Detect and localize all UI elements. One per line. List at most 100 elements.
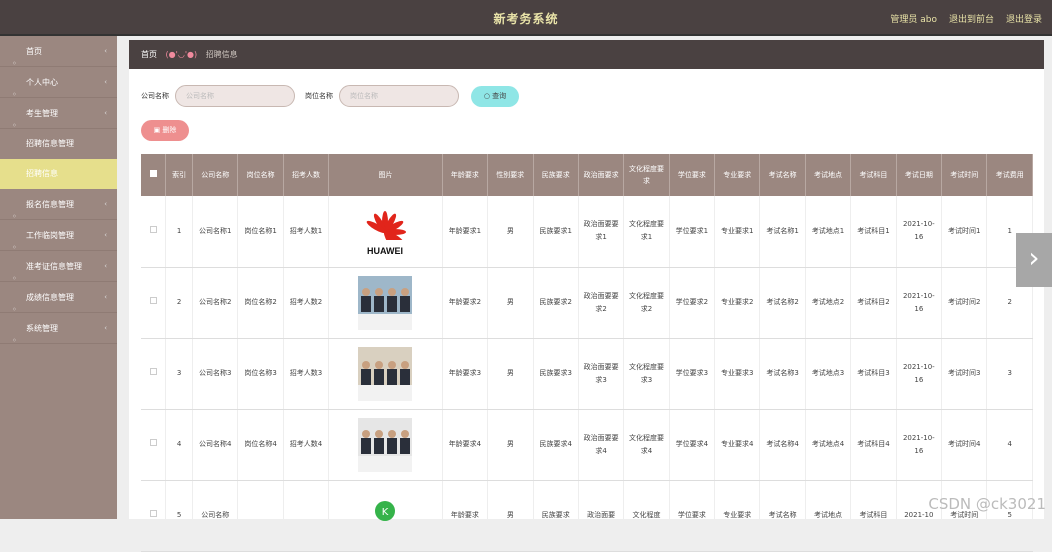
sidebar-item-label: 首页: [26, 47, 42, 56]
cell-place: 考试地点4: [805, 409, 850, 480]
sidebar-item-work[interactable]: ◦工作临岗管理‹: [0, 220, 117, 251]
cell-pol: 政治面要: [578, 480, 623, 551]
column-header[interactable]: 招考人数: [283, 154, 328, 196]
svg-text:HUAWEI: HUAWEI: [367, 246, 403, 256]
cell-edu: 文化程度要求1: [624, 196, 669, 267]
recruit-table: 索引公司名称岗位名称招考人数图片年龄要求性别要求民族要求政治面要求文化程度要求学…: [141, 154, 1033, 552]
cell-company: 公司名称: [193, 480, 238, 551]
cell-major: 专业要求3: [715, 338, 760, 409]
table-row: 4公司名称4岗位名称4招考人数4年龄要求4男民族要求4政治面要要求4文化程度要求…: [141, 409, 1033, 480]
chevron-icon: ‹: [104, 220, 107, 251]
column-header[interactable]: 考试时间: [942, 154, 987, 196]
cell-degree: 学位要求1: [669, 196, 714, 267]
sidebar-item-recruit[interactable]: 招聘信息管理: [0, 129, 117, 159]
chevron-icon: ‹: [104, 36, 107, 67]
cell-major: 专业要求1: [715, 196, 760, 267]
column-header[interactable]: 考试地点: [805, 154, 850, 196]
cell-edu: 文化程度要求2: [624, 267, 669, 338]
column-header[interactable]: 政治面要求: [578, 154, 623, 196]
sidebar-item-signup[interactable]: ◦报名信息管理‹: [0, 189, 117, 220]
chevron-icon: ‹: [104, 98, 107, 129]
menu-icon: ◦: [12, 263, 20, 271]
cell-edu: 文化程度要求4: [624, 409, 669, 480]
logout-link[interactable]: 退出登录: [1006, 12, 1042, 25]
sidebar-item-scores[interactable]: ◦成绩信息管理‹: [0, 282, 117, 313]
sidebar-item-recruit-info[interactable]: 招聘信息: [0, 159, 117, 189]
column-header[interactable]: 考试日期: [896, 154, 941, 196]
search-icon: ○: [484, 92, 492, 100]
cell-subj: 考试科目2: [851, 267, 896, 338]
delete-button[interactable]: ▣ 删除: [141, 120, 189, 141]
sidebar-item-profile[interactable]: ◦个人中心‹: [0, 67, 117, 98]
column-header[interactable]: 民族要求: [533, 154, 578, 196]
back-to-front-link[interactable]: 退出到前台: [949, 12, 994, 25]
cell-pol: 政治面要要求1: [578, 196, 623, 267]
cell-date: 2021-10-16: [896, 267, 941, 338]
row-select: [141, 409, 166, 480]
cell-job: [238, 480, 283, 551]
next-arrow-button[interactable]: ›: [1016, 233, 1052, 287]
chevron-right-icon: ›: [1028, 241, 1039, 274]
column-header[interactable]: 考试名称: [760, 154, 805, 196]
cell-exam: 考试名称1: [760, 196, 805, 267]
select-all-checkbox[interactable]: [150, 170, 157, 177]
column-header[interactable]: 图片: [329, 154, 443, 196]
job-search-input[interactable]: 岗位名称: [339, 85, 459, 107]
company-search-input[interactable]: 公司名称: [175, 85, 295, 107]
cell-date: 2021-10-16: [896, 196, 941, 267]
column-header[interactable]: 考试费用: [987, 154, 1033, 196]
cell-num: 招考人数3: [283, 338, 328, 409]
breadcrumb: 首页 (●'◡'●) 招聘信息: [129, 40, 1044, 69]
cell-place: 考试地点2: [805, 267, 850, 338]
table-body: 1公司名称1岗位名称1招考人数1HUAWEI年龄要求1男民族要求1政治面要要求1…: [141, 196, 1033, 551]
cell-age: 年龄要求1: [442, 196, 487, 267]
cell-exam: 考试名称4: [760, 409, 805, 480]
cell-company: 公司名称1: [193, 196, 238, 267]
column-header[interactable]: 岗位名称: [238, 154, 283, 196]
query-label: 查询: [492, 92, 506, 100]
row-checkbox[interactable]: [150, 226, 157, 233]
breadcrumb-home[interactable]: 首页: [141, 50, 157, 59]
row-select: [141, 196, 166, 267]
delete-label: 删除: [162, 126, 176, 134]
cell-num: 招考人数4: [283, 409, 328, 480]
query-button[interactable]: ○ 查询: [471, 86, 519, 107]
cell-nation: 民族要求1: [533, 196, 578, 267]
cell-place: 考试地点: [805, 480, 850, 551]
row-image: [329, 409, 443, 480]
cell-exam: 考试名称3: [760, 338, 805, 409]
table-row: 2公司名称2岗位名称2招考人数2年龄要求2男民族要求2政治面要要求2文化程度要求…: [141, 267, 1033, 338]
column-header[interactable]: 性别要求: [488, 154, 533, 196]
row-checkbox[interactable]: [150, 510, 157, 517]
cell-time: 考试时间4: [942, 409, 987, 480]
company-label: 公司名称: [141, 91, 169, 101]
row-checkbox[interactable]: [150, 368, 157, 375]
cell-age: 年龄要求3: [442, 338, 487, 409]
cell-sex: 男: [488, 267, 533, 338]
cell-nation: 民族要求4: [533, 409, 578, 480]
cell-major: 专业要求4: [715, 409, 760, 480]
column-header[interactable]: 文化程度要求: [624, 154, 669, 196]
sidebar-item-candidates[interactable]: ◦考生管理‹: [0, 98, 117, 129]
menu-icon: ◦: [12, 232, 20, 240]
row-checkbox[interactable]: [150, 297, 157, 304]
sidebar-item-home[interactable]: ◦ 首页 ‹: [0, 36, 117, 67]
table-row: 5公司名称K年龄要求男民族要求政治面要文化程度学位要求专业要求考试名称考试地点考…: [141, 480, 1033, 551]
sidebar-item-admission[interactable]: ◦准考证信息管理‹: [0, 251, 117, 282]
cell-idx: 5: [166, 480, 193, 551]
cell-fee: 4: [987, 409, 1033, 480]
column-header[interactable]: 公司名称: [193, 154, 238, 196]
menu-icon: ◦: [12, 48, 20, 56]
cell-time: 考试时间2: [942, 267, 987, 338]
column-header[interactable]: 专业要求: [715, 154, 760, 196]
cell-job: 岗位名称2: [238, 267, 283, 338]
column-header[interactable]: 索引: [166, 154, 193, 196]
column-header[interactable]: 学位要求: [669, 154, 714, 196]
cell-fee: 5: [987, 480, 1033, 551]
row-checkbox[interactable]: [150, 439, 157, 446]
column-header[interactable]: 年龄要求: [442, 154, 487, 196]
column-header[interactable]: 考试科目: [851, 154, 896, 196]
sidebar-item-system[interactable]: ◦系统管理‹: [0, 313, 117, 344]
cell-fee: 3: [987, 338, 1033, 409]
cell-date: 2021-10-16: [896, 338, 941, 409]
